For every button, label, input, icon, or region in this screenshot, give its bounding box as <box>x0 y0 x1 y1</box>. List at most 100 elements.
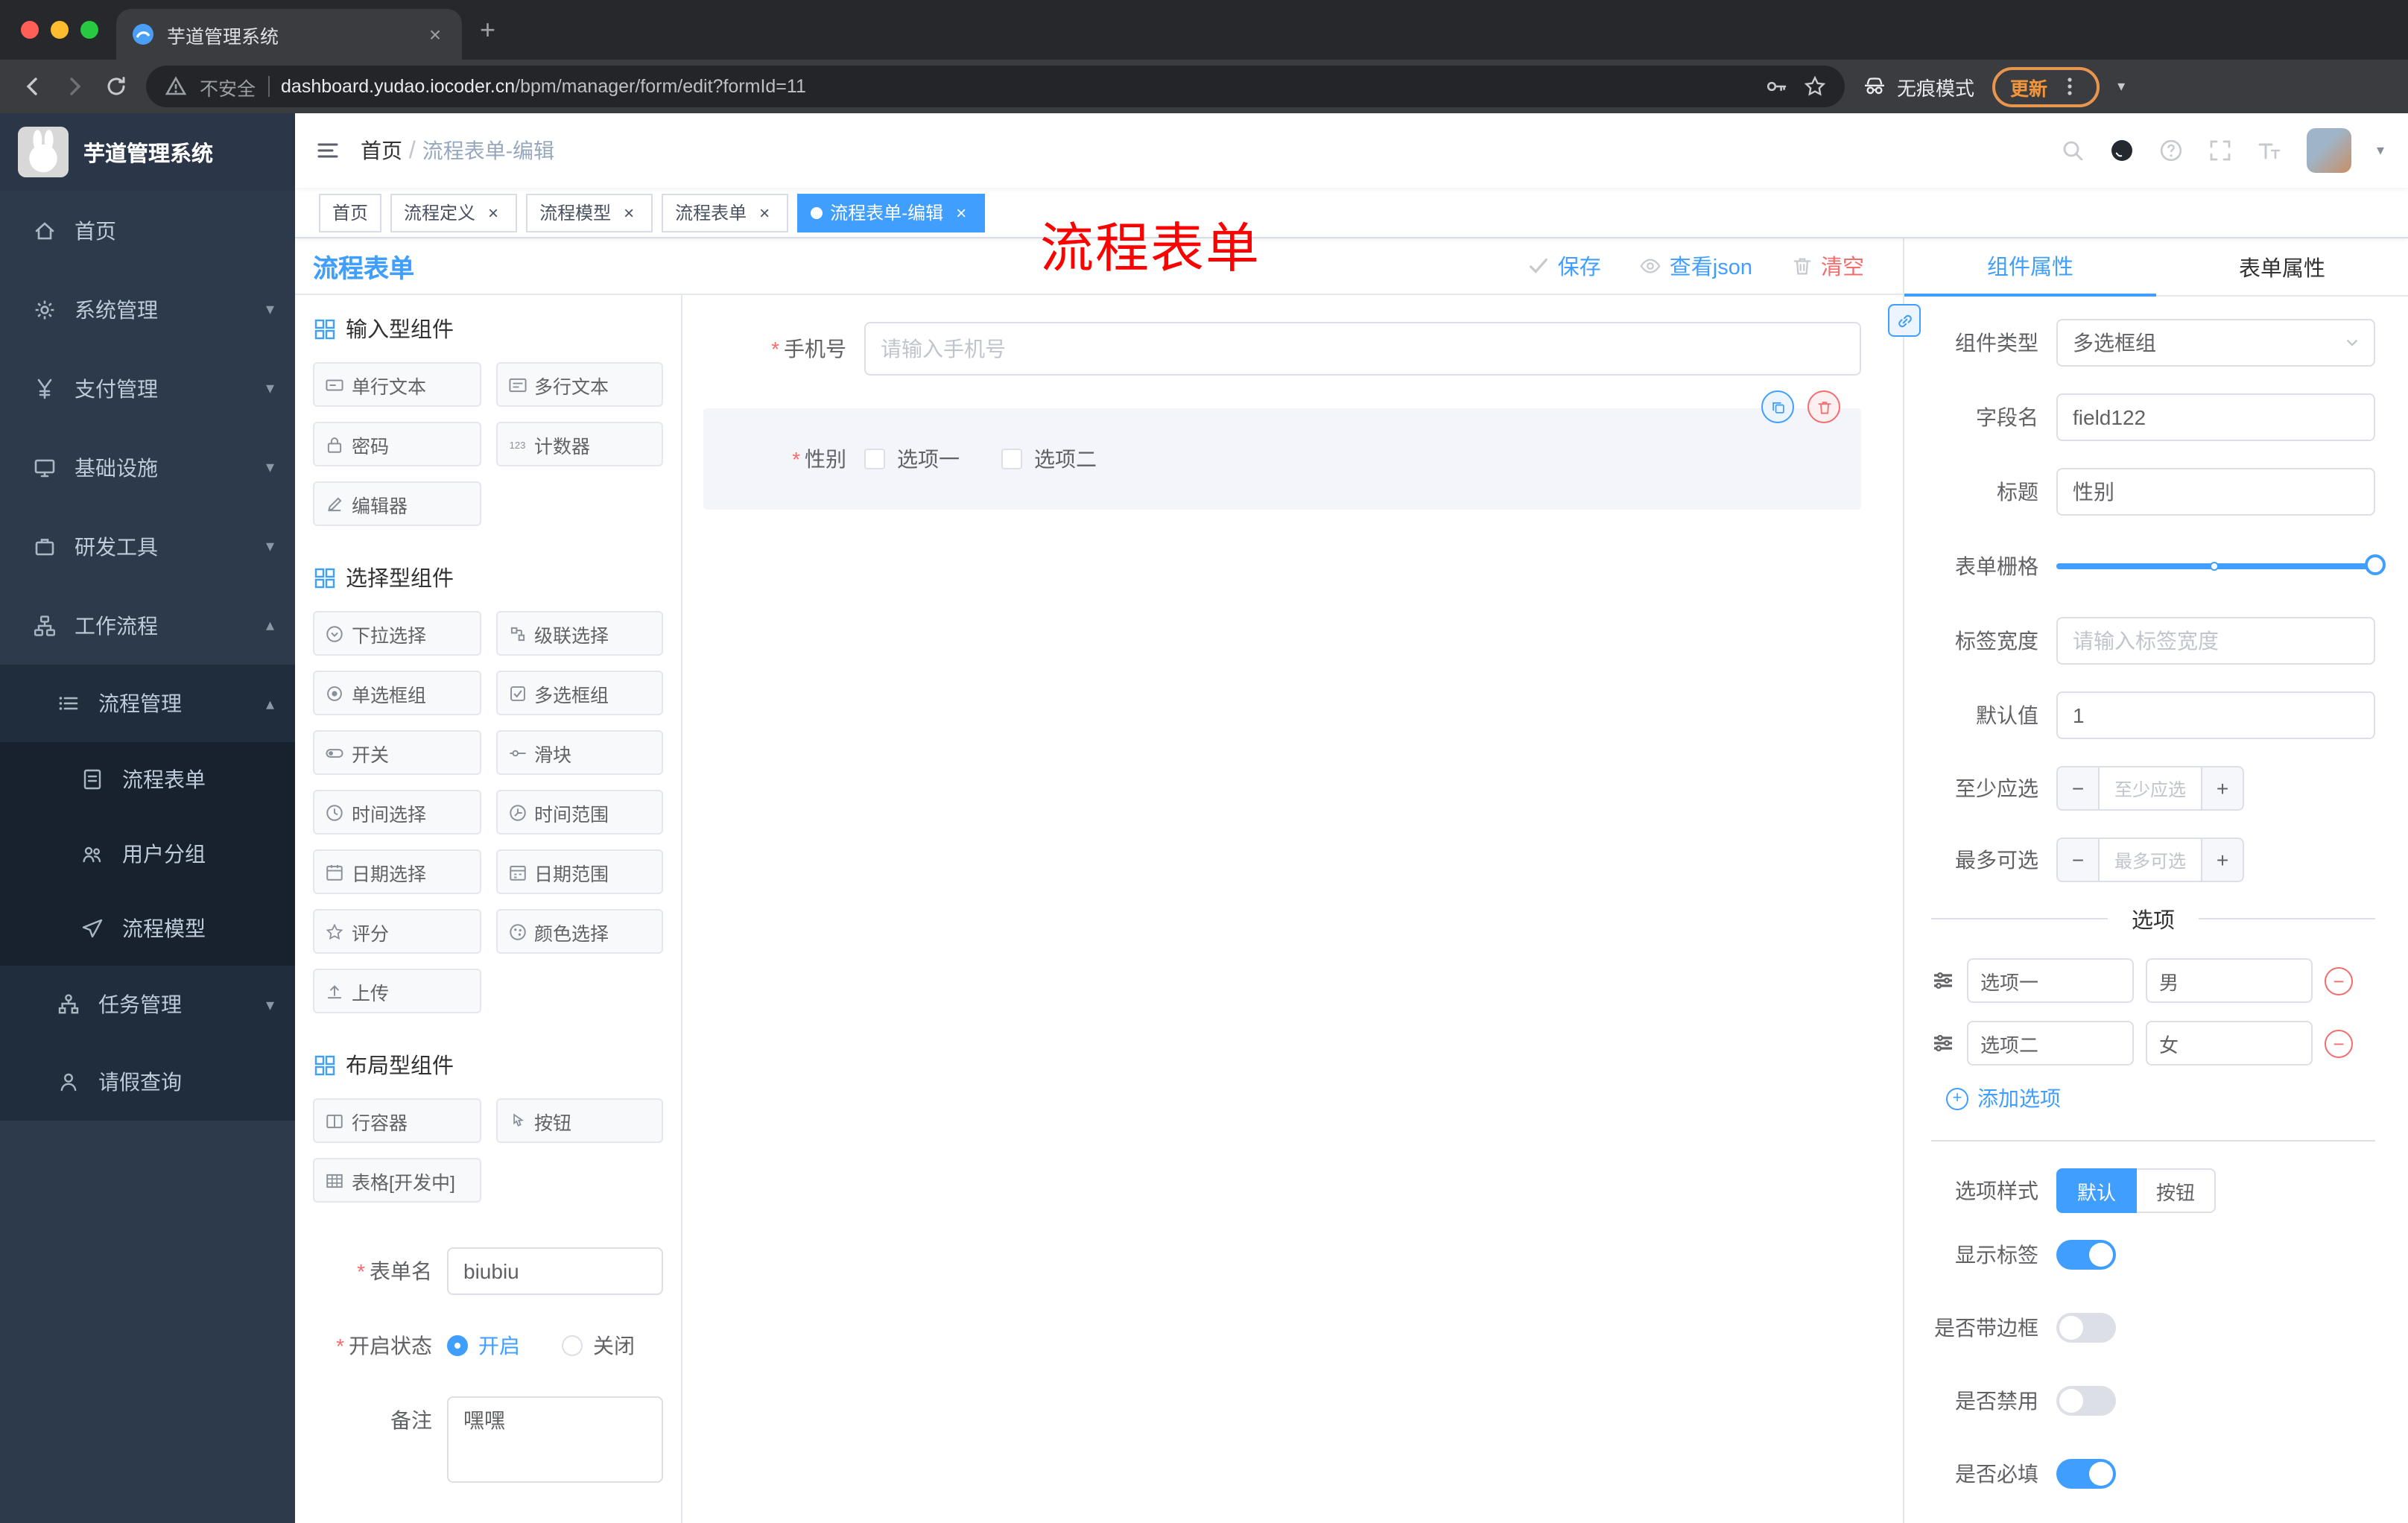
sidebar-item-workflow[interactable]: 工作流程 ▴ <box>0 586 295 665</box>
sidebar-item-user-group[interactable]: 用户分组 <box>0 817 295 891</box>
tag-process-model[interactable]: 流程模型 × <box>526 193 653 232</box>
sidebar-item-infrastructure[interactable]: 基础设施 ▾ <box>0 428 295 507</box>
max-select-value[interactable]: 最多可选 <box>2100 839 2201 881</box>
tag-process-form[interactable]: 流程表单 × <box>662 193 789 232</box>
option1-value-input[interactable] <box>2146 958 2313 1003</box>
palette-item-checkbox-group[interactable]: 多选框组 <box>495 671 663 715</box>
palette-item-cascader[interactable]: 级联选择 <box>495 611 663 656</box>
sidebar-item-process-management[interactable]: 流程管理 ▴ <box>0 665 295 742</box>
profile-caret-icon[interactable]: ▾ <box>2117 78 2125 95</box>
palette-item-upload[interactable]: 上传 <box>313 969 481 1013</box>
title-input[interactable] <box>2056 468 2375 516</box>
save-button[interactable]: 保存 <box>1528 250 1601 282</box>
gender-option2-checkbox[interactable]: 选项二 <box>1001 444 1097 474</box>
remove-option-button[interactable]: − <box>2325 966 2353 995</box>
sidebar-toggle-icon[interactable] <box>316 139 340 162</box>
reload-icon[interactable] <box>104 75 128 98</box>
tag-home[interactable]: 首页 <box>319 193 382 232</box>
browser-menu-icon[interactable] <box>2058 75 2082 98</box>
bookmark-star-icon[interactable] <box>1803 75 1827 98</box>
component-type-value[interactable] <box>2056 319 2375 367</box>
search-icon[interactable] <box>2061 139 2085 162</box>
font-size-icon[interactable] <box>2258 139 2281 162</box>
minimize-window-button[interactable] <box>51 21 69 39</box>
disabled-switch[interactable] <box>2056 1386 2116 1416</box>
fullscreen-icon[interactable] <box>2208 139 2232 162</box>
sidebar-item-payment-management[interactable]: 支付管理 ▾ <box>0 349 295 428</box>
increase-button[interactable]: + <box>2201 839 2243 881</box>
show-label-switch[interactable] <box>2056 1240 2116 1270</box>
tag-close-icon[interactable]: × <box>483 202 504 223</box>
palette-item-row-container[interactable]: 行容器 <box>313 1098 481 1143</box>
form-remark-textarea[interactable]: 嘿嘿 <box>447 1396 663 1483</box>
address-bar[interactable]: 不安全 dashboard.yudao.iocoder.cn/bpm/manag… <box>146 66 1845 107</box>
key-icon[interactable] <box>1764 75 1788 98</box>
sidebar-item-leave-query[interactable]: 请假查询 <box>0 1043 295 1121</box>
sidebar-item-home[interactable]: 首页 <box>0 191 295 270</box>
style-default-button[interactable]: 默认 <box>2056 1168 2138 1213</box>
new-tab-button[interactable]: + <box>480 16 495 43</box>
style-button-button[interactable]: 按钮 <box>2137 1168 2217 1213</box>
selected-component-gender[interactable]: 性别 选项一 选项二 <box>703 390 1861 510</box>
palette-item-radio-group[interactable]: 单选框组 <box>313 671 481 715</box>
palette-item-date-range[interactable]: 日期范围 <box>495 849 663 894</box>
palette-item-color-picker[interactable]: 颜色选择 <box>495 909 663 954</box>
add-option-button[interactable]: + 添加选项 <box>1946 1083 2375 1113</box>
view-json-button[interactable]: 查看json <box>1640 250 1752 282</box>
palette-item-time-picker[interactable]: 时间选择 <box>313 790 481 835</box>
link-icon[interactable] <box>1888 304 1921 337</box>
palette-item-dropdown[interactable]: 下拉选择 <box>313 611 481 656</box>
palette-item-button[interactable]: 按钮 <box>495 1098 663 1143</box>
option2-value-input[interactable] <box>2146 1021 2313 1066</box>
palette-item-time-range[interactable]: 时间范围 <box>495 790 663 835</box>
palette-item-counter[interactable]: 123 计数器 <box>495 422 663 466</box>
tab-component-props[interactable]: 组件属性 <box>1904 238 2156 297</box>
component-type-select[interactable] <box>2056 319 2375 367</box>
palette-item-multi-line-text[interactable]: 多行文本 <box>495 362 663 407</box>
tab-form-props[interactable]: 表单属性 <box>2156 238 2408 295</box>
palette-item-password[interactable]: 密码 <box>313 422 481 466</box>
tag-close-icon[interactable]: × <box>754 202 775 223</box>
back-icon[interactable] <box>21 75 45 98</box>
close-window-button[interactable] <box>21 21 39 39</box>
palette-item-switch[interactable]: 开关 <box>313 730 481 775</box>
help-icon[interactable] <box>2159 139 2183 162</box>
sidebar-item-task-management[interactable]: 任务管理 ▾ <box>0 966 295 1043</box>
form-grid-slider[interactable] <box>2056 542 2386 590</box>
tag-close-icon[interactable]: × <box>618 202 639 223</box>
sidebar-item-system-management[interactable]: 系统管理 ▾ <box>0 270 295 349</box>
default-value-input[interactable] <box>2056 691 2375 739</box>
min-select-value[interactable]: 至少应选 <box>2100 767 2201 809</box>
option1-label-input[interactable] <box>1967 958 2134 1003</box>
breadcrumb-home[interactable]: 首页 <box>361 139 402 162</box>
status-off-radio[interactable]: 关闭 <box>562 1331 635 1361</box>
user-avatar[interactable] <box>2306 128 2351 173</box>
gender-option1-checkbox[interactable]: 选项一 <box>864 444 960 474</box>
palette-item-rate[interactable]: 评分 <box>313 909 481 954</box>
clear-button[interactable]: 清空 <box>1791 250 1864 282</box>
sidebar-item-process-form[interactable]: 流程表单 <box>0 742 295 817</box>
palette-item-slider[interactable]: 滑块 <box>495 730 663 775</box>
drag-handle-icon[interactable] <box>1931 969 1955 992</box>
forward-icon[interactable] <box>63 75 86 98</box>
form-name-input[interactable] <box>447 1247 663 1295</box>
palette-item-editor[interactable]: 编辑器 <box>313 481 481 526</box>
status-on-radio[interactable]: 开启 <box>447 1331 520 1361</box>
user-menu-caret-icon[interactable]: ▾ <box>2377 142 2384 159</box>
border-switch[interactable] <box>2056 1313 2116 1343</box>
palette-item-date-picker[interactable]: 日期选择 <box>313 849 481 894</box>
field-name-input[interactable] <box>2056 393 2375 441</box>
browser-tab[interactable]: 芋道管理系统 × <box>116 9 462 60</box>
tab-close-icon[interactable]: × <box>423 22 447 46</box>
slider-handle[interactable] <box>2365 554 2386 575</box>
decrease-button[interactable]: − <box>2058 839 2100 881</box>
phone-input[interactable] <box>864 322 1861 376</box>
palette-item-table[interactable]: 表格[开发中] <box>313 1158 481 1203</box>
delete-component-button[interactable] <box>1807 390 1840 423</box>
tag-process-definition[interactable]: 流程定义 × <box>390 193 518 232</box>
increase-button[interactable]: + <box>2201 767 2243 809</box>
option2-label-input[interactable] <box>1967 1021 2134 1066</box>
github-icon[interactable] <box>2110 139 2134 162</box>
required-switch[interactable] <box>2056 1459 2116 1489</box>
remove-option-button[interactable]: − <box>2325 1029 2353 1057</box>
